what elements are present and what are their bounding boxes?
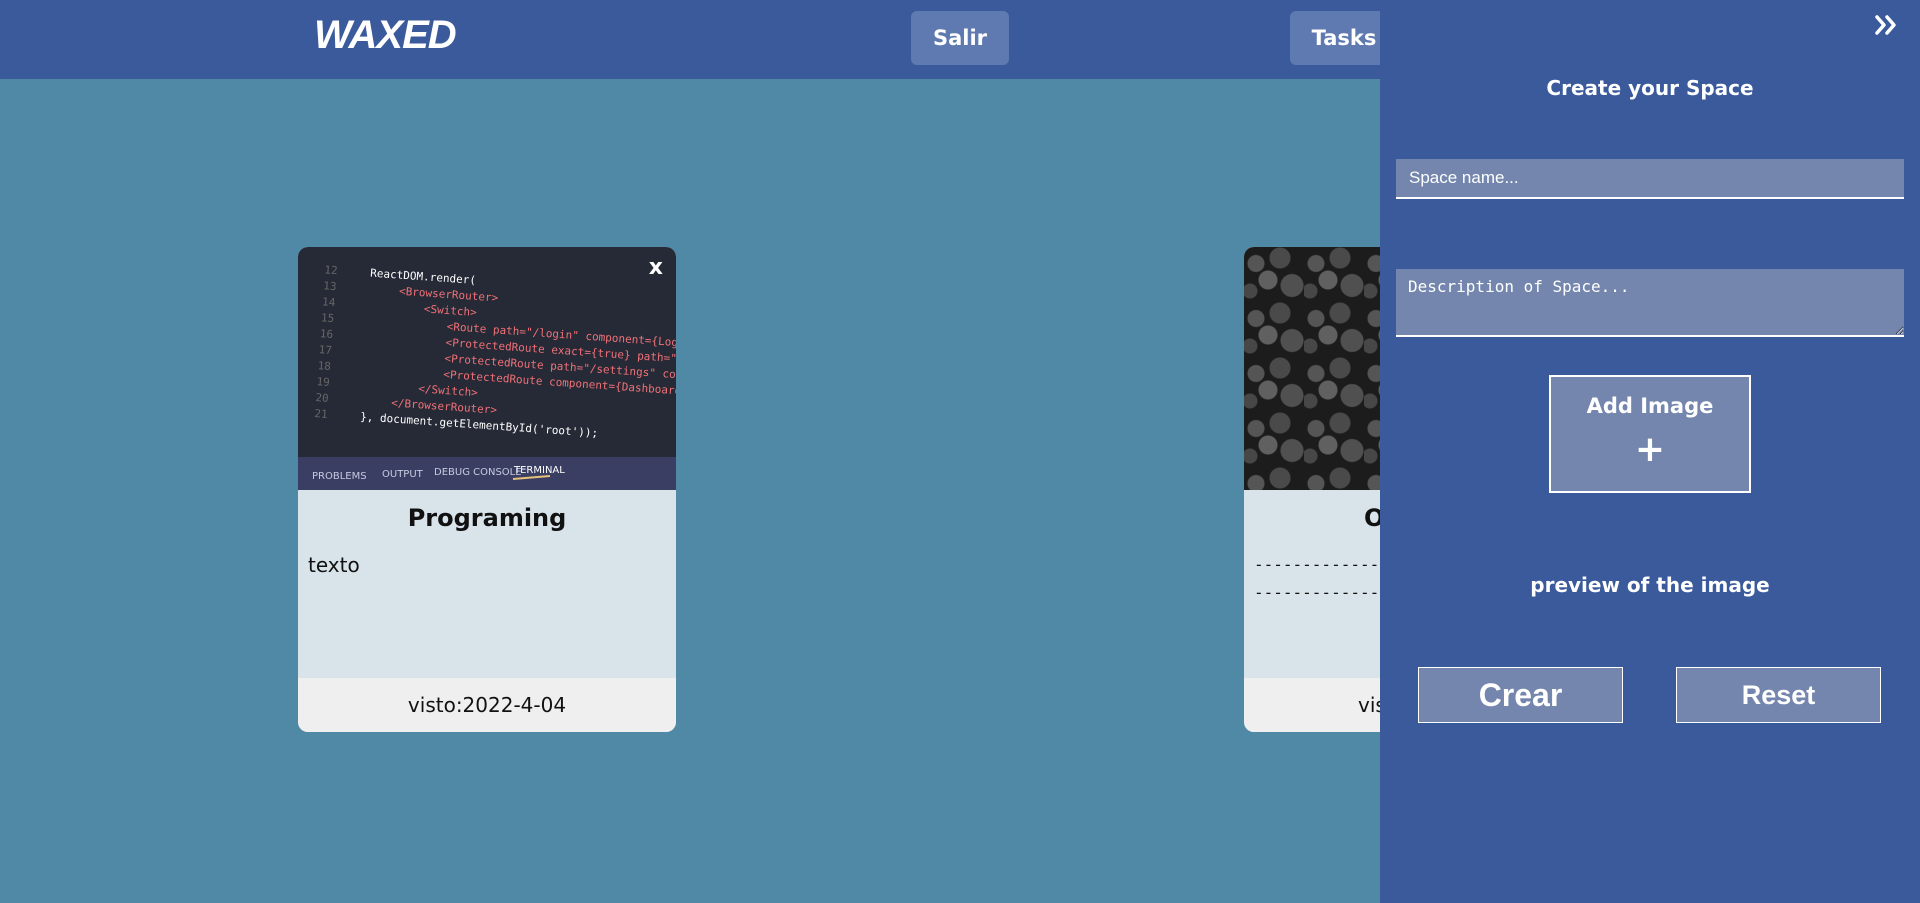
svg-text:16: 16 [319, 327, 333, 341]
svg-text:12: 12 [324, 263, 338, 277]
code-line: ReactDOM.render( [370, 267, 477, 287]
panel-title: Create your Space [1546, 76, 1754, 100]
salir-button[interactable]: Salir [911, 11, 1009, 65]
terminal-tab: DEBUG CONSOLE [434, 467, 522, 478]
svg-text:21: 21 [314, 407, 328, 421]
image-preview-text: preview of the image [1530, 573, 1770, 597]
terminal-tab: PROBLEMS [312, 471, 367, 482]
svg-text:19: 19 [316, 375, 330, 389]
plus-icon: + [1634, 429, 1666, 470]
card-description: texto [308, 553, 360, 577]
code-lines-graphic: 12 ReactDOM.render( 13 <BrowserRouter> 14 <… [298, 263, 676, 490]
svg-text:13: 13 [323, 279, 337, 293]
code-line: <Switch> [423, 302, 477, 319]
create-space-panel: Create your Space Add Image + preview of… [1380, 0, 1920, 903]
card-footer-date: visto:2022-4-04 [298, 678, 676, 732]
brand-logo[interactable]: WAXED [314, 13, 457, 58]
space-name-input[interactable] [1396, 159, 1904, 199]
space-description-input[interactable] [1396, 269, 1904, 337]
crear-button[interactable]: Crear [1418, 667, 1623, 723]
space-card[interactable]: 12 ReactDOM.render( 13 <BrowserRouter> 14 <… [298, 247, 676, 732]
code-screenshot-image: 12 ReactDOM.render( 13 <BrowserRouter> 14 <… [298, 247, 676, 490]
add-image-button[interactable]: Add Image + [1549, 375, 1751, 493]
add-image-label: Add Image [1586, 394, 1714, 418]
card-title: Programing [407, 504, 567, 532]
svg-text:14: 14 [322, 295, 336, 309]
svg-text:20: 20 [315, 391, 329, 405]
close-card-button[interactable]: x [649, 255, 663, 280]
code-line: <BrowserRouter> [399, 285, 499, 305]
terminal-tab: OUTPUT [382, 469, 424, 480]
svg-text:15: 15 [321, 311, 335, 325]
code-line: </Switch> [418, 382, 479, 399]
svg-text:18: 18 [317, 359, 331, 373]
reset-button[interactable]: Reset [1676, 667, 1881, 723]
terminal-tab: TERMINAL [513, 465, 565, 476]
double-chevron-right-icon[interactable] [1872, 10, 1902, 40]
svg-text:17: 17 [318, 343, 332, 357]
